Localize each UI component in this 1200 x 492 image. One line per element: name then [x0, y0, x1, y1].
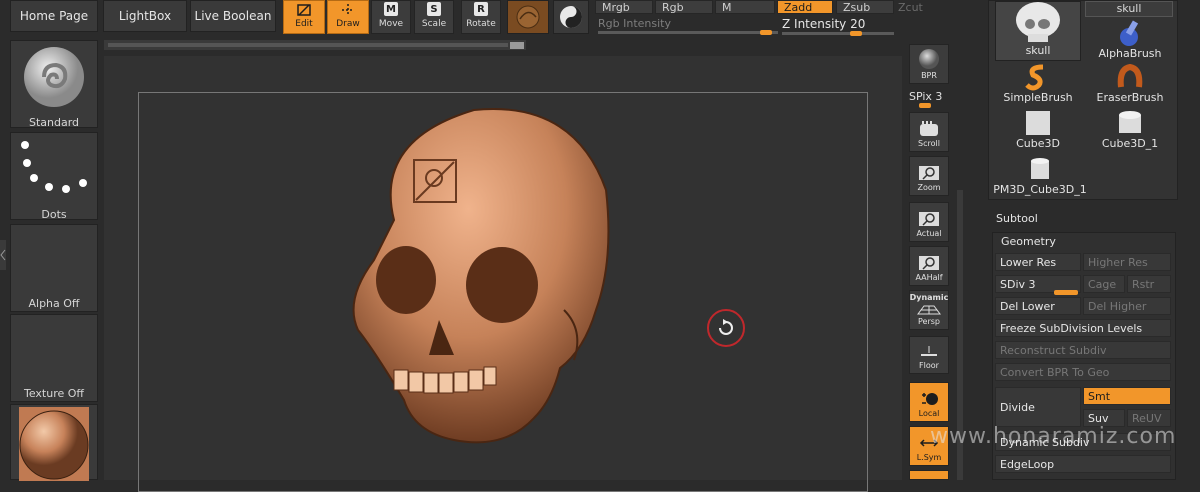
rstr-button[interactable]: Rstr [1127, 275, 1171, 293]
rgb-intensity-knob[interactable] [760, 30, 772, 35]
rgb-button[interactable]: Rgb [655, 0, 713, 14]
watermark-text: www.honaramiz.com [930, 424, 1177, 449]
pm3d-cylinder-icon [1031, 158, 1049, 179]
sdiv-slider[interactable]: SDiv 3 [995, 275, 1081, 295]
material-slot[interactable] [10, 404, 98, 481]
alpha-slot[interactable]: Alpha Off [10, 224, 98, 312]
convert-bpr-button[interactable]: Convert BPR To Geo [995, 363, 1171, 381]
live-boolean-button[interactable]: Live Boolean [190, 0, 276, 32]
zcut-button[interactable]: Zcut [898, 0, 938, 14]
rotate-button[interactable]: R Rotate [461, 0, 501, 34]
higher-res-button[interactable]: Higher Res [1083, 253, 1171, 271]
zoom-button[interactable]: Zoom [909, 156, 949, 196]
persp-button[interactable]: Dynamic Persp [909, 290, 949, 330]
lightbox-button[interactable]: LightBox [103, 0, 187, 32]
perspective-grid-icon [917, 305, 941, 314]
move-button[interactable]: M Move [371, 0, 411, 34]
cube3d-icon [1026, 111, 1050, 135]
cylinder-icon [1119, 111, 1141, 133]
standard-brush-icon [24, 47, 84, 107]
spix-knob[interactable] [919, 103, 931, 108]
tool-simplebrush[interactable]: SimpleBrush [995, 63, 1081, 107]
skull-thumb-icon [1016, 2, 1060, 42]
tool-alphabrush[interactable]: AlphaBrush [1087, 19, 1173, 61]
smt-toggle[interactable]: Smt [1083, 387, 1171, 405]
tool-pm3d-cube3d-1[interactable]: PM3D_Cube3D_1 [993, 155, 1087, 199]
draw-icon [342, 4, 354, 16]
yin-sphere-icon [560, 6, 582, 28]
m-button[interactable]: M [715, 0, 775, 14]
rotate-cursor-icon [707, 309, 745, 347]
strip-next-button[interactable] [909, 470, 949, 480]
z-intensity-slider[interactable]: Z Intensity 20 [782, 17, 894, 36]
simplebrush-icon [1025, 64, 1044, 91]
lower-res-button[interactable]: Lower Res [995, 253, 1081, 271]
floor-grid-icon [921, 346, 937, 356]
mrgb-button[interactable]: Mrgb [595, 0, 653, 14]
actual-size-icon [919, 212, 939, 226]
edgeloop-menu[interactable]: EdgeLoop [995, 455, 1171, 473]
tool-cube3d-1[interactable]: Cube3D_1 [1087, 109, 1173, 153]
del-lower-button[interactable]: Del Lower [995, 297, 1081, 315]
tool-skull[interactable]: skull [995, 1, 1081, 61]
material-sphere-icon [19, 407, 89, 481]
sdiv-knob[interactable] [1054, 290, 1078, 295]
draw-button[interactable]: Draw [327, 0, 369, 34]
cage-button[interactable]: Cage [1083, 275, 1125, 293]
texture-slot[interactable]: Texture Off [10, 314, 98, 402]
z-intensity-knob[interactable] [850, 31, 862, 36]
color-picker-button[interactable] [553, 0, 589, 34]
zadd-button[interactable]: Zadd [777, 0, 833, 14]
rgb-intensity-slider[interactable]: Rgb Intensity [598, 17, 778, 35]
scroll-hand-icon [920, 121, 938, 136]
local-transform-icon [922, 393, 938, 405]
canvas-top-scrollbar[interactable] [104, 40, 526, 50]
move-icon: M [384, 2, 398, 16]
geometry-menu-header[interactable]: Geometry [1001, 235, 1171, 251]
dots-stroke-icon [21, 141, 87, 193]
brush-slot[interactable]: Standard [10, 40, 98, 129]
left-tray-handle[interactable] [0, 240, 6, 270]
reconstruct-subdiv-button[interactable]: Reconstruct Subdiv [995, 341, 1171, 359]
bpr-render-icon [919, 49, 939, 69]
scale-icon: S [427, 2, 441, 16]
document-canvas[interactable] [104, 56, 902, 492]
texture-preview [11, 315, 97, 387]
stroke-slot[interactable]: Dots [10, 132, 98, 221]
spix-slider[interactable]: SPix 3 [909, 90, 953, 108]
edit-button[interactable]: Edit [283, 0, 325, 34]
actual-button[interactable]: Actual [909, 202, 949, 242]
floor-button[interactable]: Floor [909, 336, 949, 374]
aahalf-icon [919, 256, 939, 270]
subtool-menu-header[interactable]: Subtool [996, 212, 1176, 228]
aahalf-button[interactable]: AAHalf [909, 246, 949, 286]
material-sphere-icon [516, 5, 540, 29]
zsub-button[interactable]: Zsub [836, 0, 894, 14]
chevron-left-icon [0, 249, 6, 261]
scrollbar-grip [108, 42, 524, 49]
edit-icon [297, 4, 311, 16]
bpr-button[interactable]: BPR [909, 44, 949, 84]
skull-model[interactable] [334, 100, 614, 470]
divide-button[interactable]: Divide [995, 387, 1081, 427]
zoom-magnifier-icon [919, 166, 939, 180]
tool-palette: skull skull AlphaBrush SimpleBrush Erase… [988, 0, 1178, 200]
rotate-icon: R [474, 2, 488, 16]
alphabrush-icon [1120, 20, 1139, 46]
scale-button[interactable]: S Scale [414, 0, 454, 34]
tool-cube3d[interactable]: Cube3D [995, 109, 1081, 153]
local-button[interactable]: Local [909, 382, 949, 422]
freeze-subdivision-button[interactable]: Freeze SubDivision Levels [995, 319, 1171, 337]
material-swatch[interactable] [507, 0, 549, 34]
alpha-preview [11, 225, 97, 297]
eraserbrush-icon [1117, 63, 1143, 88]
home-page-button[interactable]: Home Page [10, 0, 98, 32]
tool-eraserbrush[interactable]: EraserBrush [1087, 63, 1173, 107]
del-higher-button[interactable]: Del Higher [1083, 297, 1171, 315]
current-tool-tab[interactable]: skull [1085, 1, 1173, 17]
scroll-button[interactable]: Scroll [909, 112, 949, 152]
